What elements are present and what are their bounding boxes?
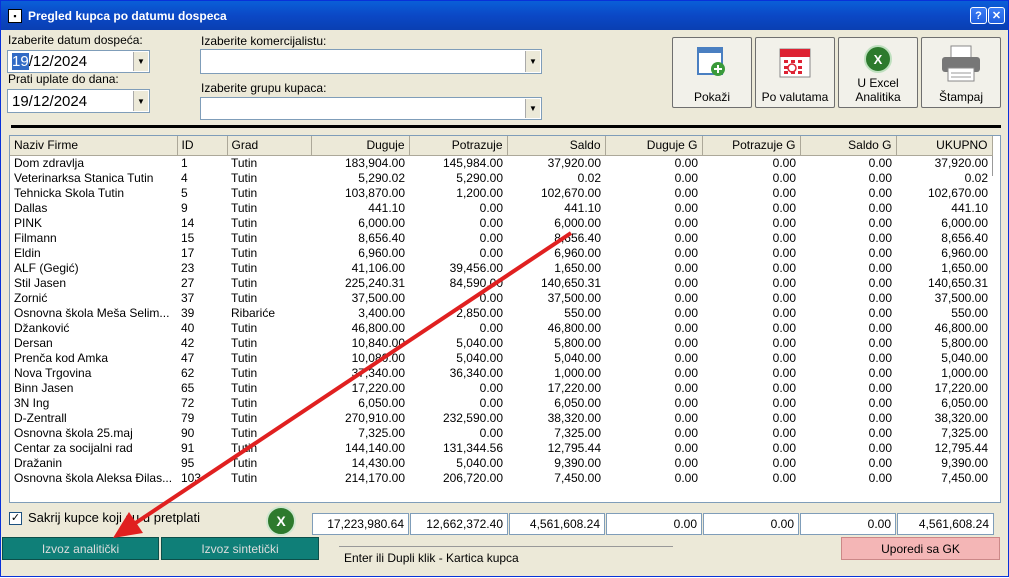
- annotation-arrow: [113, 231, 573, 538]
- annotation-arrow-head: [113, 512, 143, 538]
- annotation-arrow-line: [129, 231, 573, 528]
- main-window: ▪ Pregled kupca po datumu dospeca ? ✕ Iz…: [0, 0, 1009, 577]
